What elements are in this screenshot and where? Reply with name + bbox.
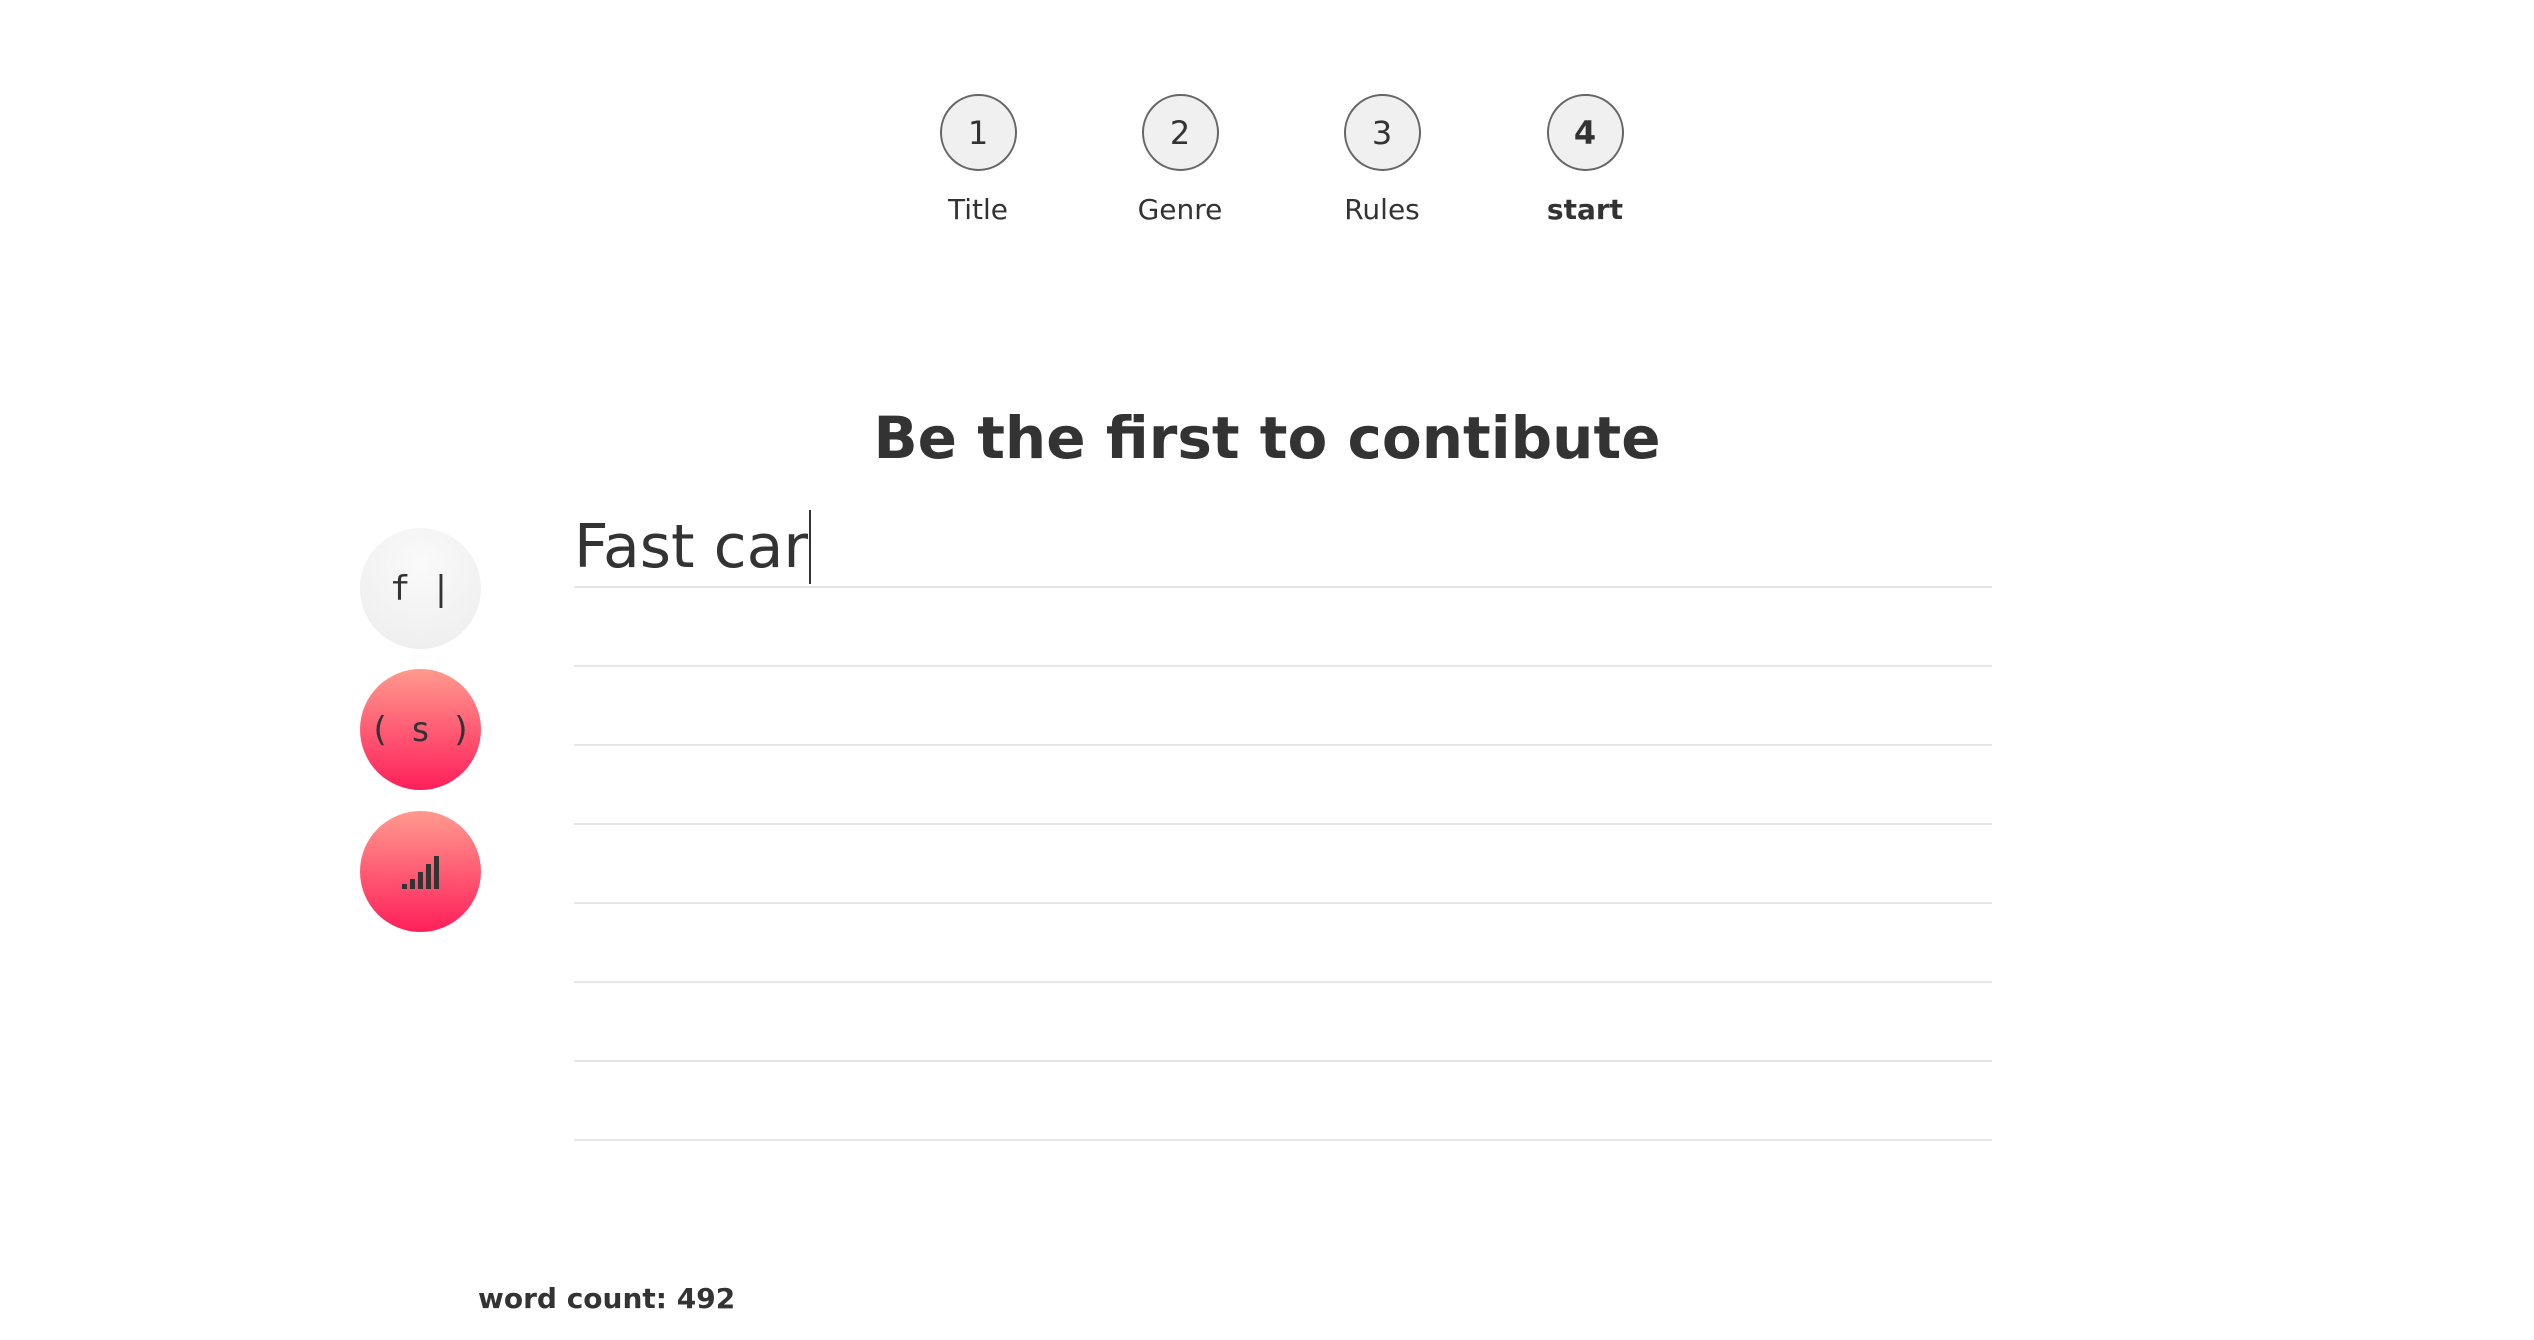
page-title: Be the first to contibute xyxy=(873,404,1661,472)
editor-text-line[interactable]: Fast car xyxy=(574,508,812,586)
step-rules[interactable]: 3 Rules xyxy=(1302,94,1462,226)
progress-stepper: 1 Title 2 Genre 3 Rules 4 start xyxy=(0,94,2534,244)
step-label: Rules xyxy=(1344,193,1420,226)
sound-icon: ( s ) xyxy=(369,709,472,750)
font-cursor-icon: f | xyxy=(389,568,452,609)
story-editor-page: 1 Title 2 Genre 3 Rules 4 start Be the f… xyxy=(0,0,2534,1340)
ruled-line xyxy=(574,823,1992,825)
step-label: Title xyxy=(947,193,1008,226)
step-number-circle[interactable]: 1 xyxy=(939,94,1017,171)
editor-text: Fast car xyxy=(574,512,809,582)
step-label: start xyxy=(1546,193,1624,226)
step-number-circle[interactable]: 3 xyxy=(1343,94,1421,171)
ruled-line xyxy=(574,981,1992,983)
ruled-line xyxy=(574,665,1992,667)
story-text-editor[interactable]: Fast car xyxy=(574,508,1992,1141)
step-title[interactable]: 1 Title xyxy=(898,94,1058,226)
word-count: word count: 492 xyxy=(478,1282,736,1315)
ruled-line xyxy=(574,1139,1992,1141)
ruled-line xyxy=(574,902,1992,904)
ruled-line xyxy=(574,1060,1992,1062)
signal-bars-icon xyxy=(402,855,439,889)
ruled-line xyxy=(574,744,1992,746)
ruled-line xyxy=(574,586,1992,588)
step-start[interactable]: 4 start xyxy=(1505,94,1665,226)
stats-button[interactable] xyxy=(360,811,481,932)
text-caret xyxy=(809,510,812,584)
step-number-circle[interactable]: 2 xyxy=(1141,94,1219,171)
step-number-circle[interactable]: 4 xyxy=(1546,94,1624,171)
step-genre[interactable]: 2 Genre xyxy=(1100,94,1260,226)
font-toggle-button[interactable]: f | xyxy=(360,528,481,649)
step-label: Genre xyxy=(1137,193,1223,226)
sound-toggle-button[interactable]: ( s ) xyxy=(360,669,481,790)
